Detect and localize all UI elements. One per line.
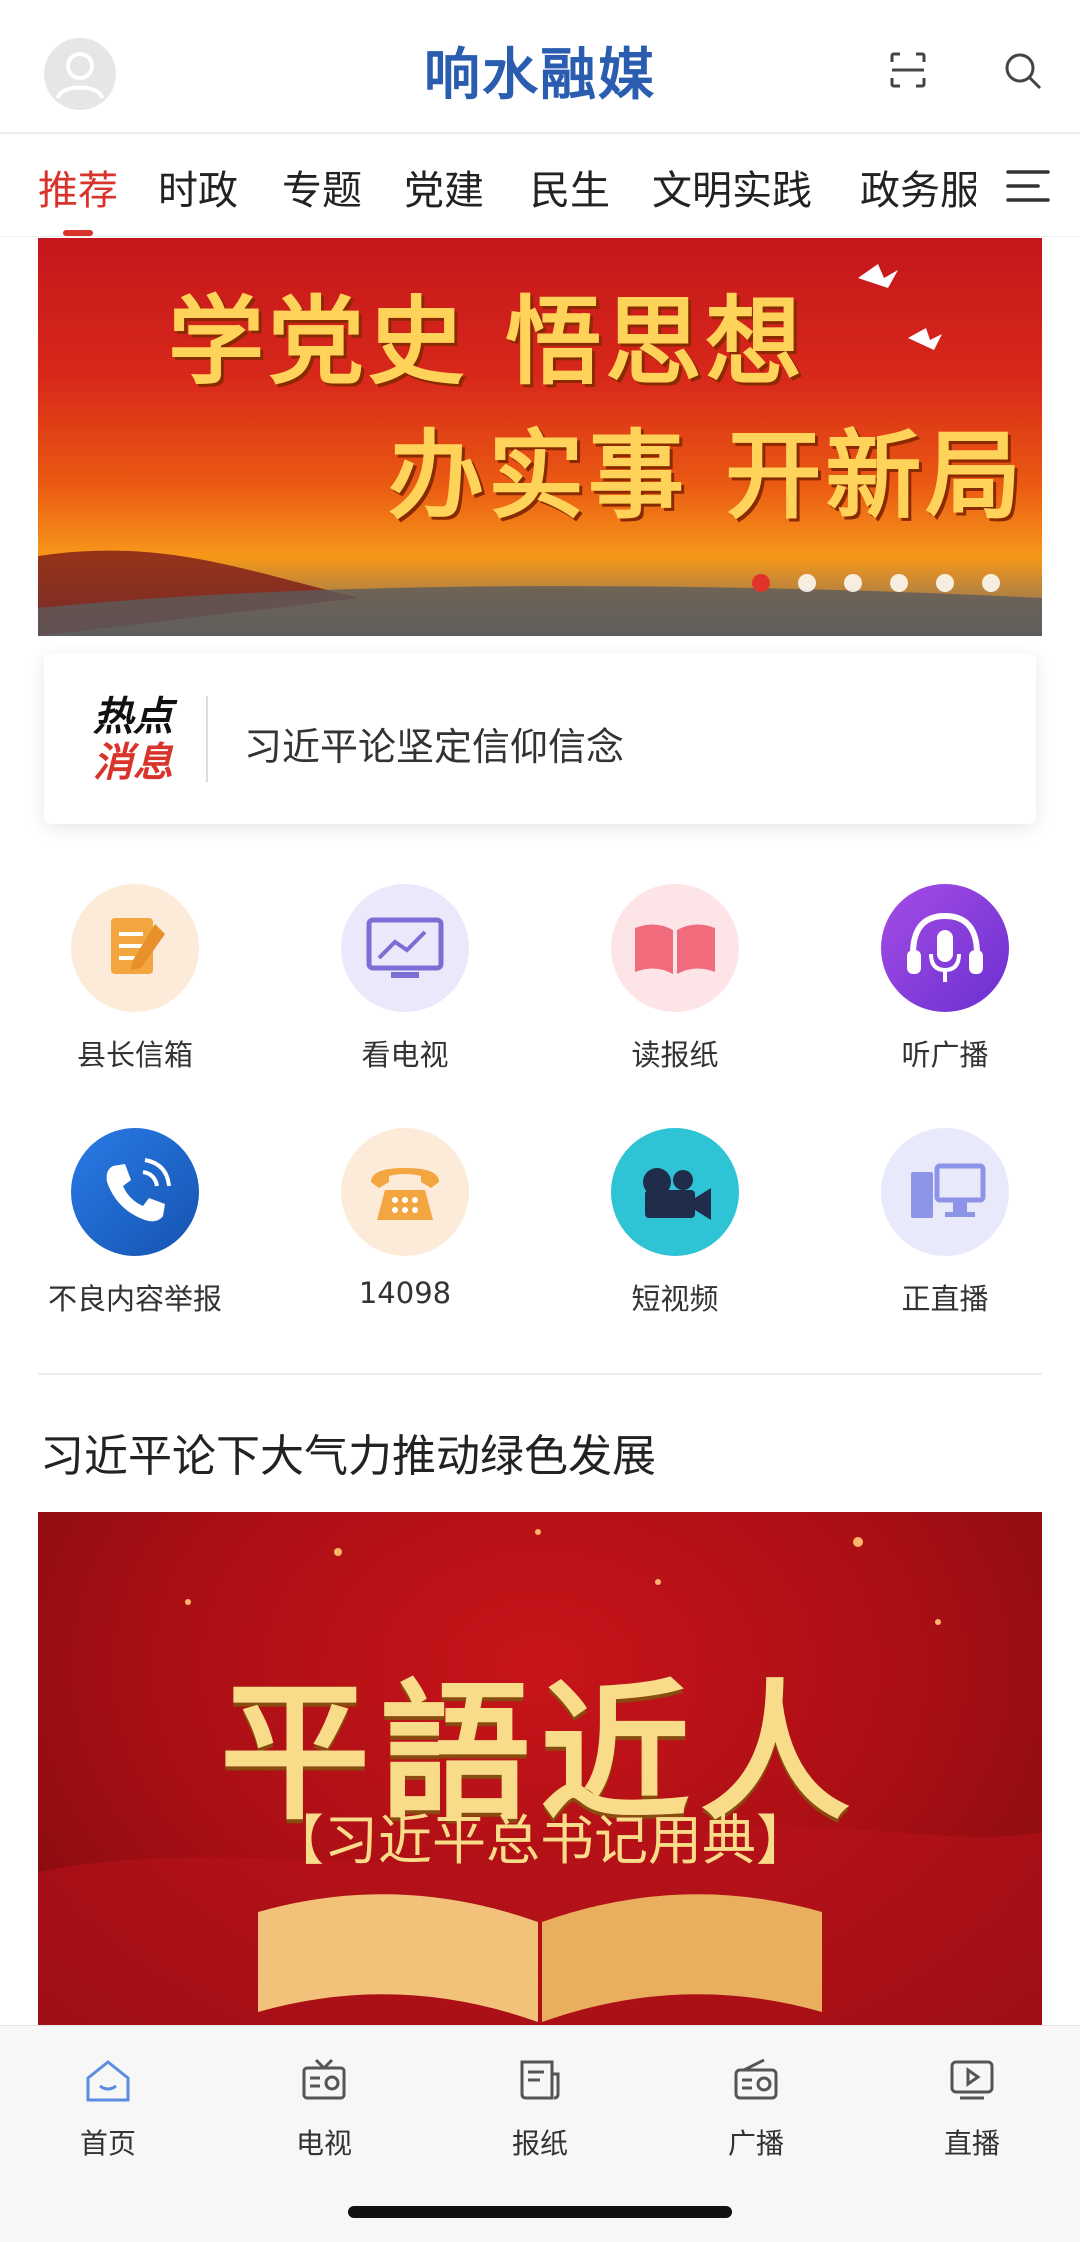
carousel-indicator: [724, 574, 1000, 596]
service-short-video[interactable]: 短视频: [540, 1128, 810, 1318]
carousel-dot[interactable]: [752, 574, 770, 592]
nav-label: 电视: [295, 2127, 352, 2160]
nav-label: 首页: [79, 2127, 136, 2160]
tab-government-services[interactable]: 政务服: [860, 158, 976, 216]
open-book-icon: [611, 884, 739, 1012]
nav-radio[interactable]: 广播: [676, 2054, 836, 2162]
article-image[interactable]: 平語近人 【习近平总书记用典】: [38, 1512, 1042, 2032]
article-title[interactable]: 习近平论下大气力推动绿色发展: [40, 1420, 656, 1484]
category-tabs: 推荐 时政 专题 党建 民生 文明实践 政务服: [0, 134, 1080, 237]
section-divider: [38, 1373, 1042, 1375]
nav-label: 广播: [727, 2127, 784, 2160]
nav-label: 报纸: [511, 2127, 568, 2160]
carousel-dot[interactable]: [844, 574, 862, 592]
service-label: 读报纸: [631, 1038, 719, 1072]
radio-icon: [734, 2058, 778, 2100]
open-book-graphic: [258, 1894, 822, 2022]
phone-call-icon: [71, 1128, 199, 1256]
tab-recommend[interactable]: 推荐: [38, 158, 118, 216]
service-label: 县长信箱: [76, 1038, 193, 1072]
menu-icon[interactable]: [1004, 166, 1052, 210]
service-read-newspaper[interactable]: 读报纸: [540, 884, 810, 1074]
hot-news-badge: 热点 消息: [78, 694, 188, 786]
top-header: 响水融媒: [0, 0, 1080, 134]
tab-civilization-practice[interactable]: 文明实践: [652, 158, 812, 216]
hot-news-headline[interactable]: 习近平论坚定信仰信念: [244, 716, 624, 771]
banner-line-2: 办实事 开新局: [388, 419, 1026, 532]
newspaper-icon: [520, 2060, 560, 2100]
letter-pen-icon: [71, 884, 199, 1012]
service-label: 看电视: [361, 1038, 449, 1072]
nav-home[interactable]: 首页: [28, 2054, 188, 2162]
nav-newspaper[interactable]: 报纸: [460, 2054, 620, 2162]
nav-label: 直播: [943, 2127, 1000, 2160]
microphone-headphones-icon: [881, 884, 1009, 1012]
carousel-dot[interactable]: [982, 574, 1000, 592]
nav-tv[interactable]: 电视: [244, 2054, 404, 2162]
home-icon: [86, 2060, 130, 2102]
tab-topics[interactable]: 专题: [282, 158, 362, 216]
video-camera-icon: [611, 1128, 739, 1256]
tab-party-building[interactable]: 党建: [404, 158, 484, 216]
hot-badge-line1: 热点: [93, 694, 173, 740]
service-label: 听广播: [901, 1038, 989, 1072]
hot-news-card[interactable]: 热点 消息 习近平论坚定信仰信念: [44, 654, 1036, 824]
live-play-icon: [950, 2060, 994, 2100]
nav-live[interactable]: 直播: [892, 2054, 1052, 2162]
service-report-content[interactable]: 不良内容举报: [0, 1128, 270, 1318]
carousel-dot[interactable]: [890, 574, 908, 592]
scan-icon[interactable]: [888, 50, 928, 94]
home-indicator[interactable]: [348, 2206, 732, 2218]
banner-line-1: 学党史 悟思想: [168, 285, 806, 398]
active-tab-indicator: [63, 230, 93, 236]
service-label: 正直播: [901, 1282, 989, 1316]
carousel-dot[interactable]: [936, 574, 954, 592]
service-listen-radio[interactable]: 听广播: [810, 884, 1080, 1074]
carousel-dot[interactable]: [798, 574, 816, 592]
tv-icon: [302, 2058, 346, 2100]
promo-banner[interactable]: 学党史 悟思想 办实事 开新局: [38, 238, 1042, 636]
search-icon[interactable]: [1002, 50, 1044, 96]
service-watch-tv[interactable]: 看电视: [270, 884, 540, 1074]
telephone-icon: [341, 1128, 469, 1256]
hot-news-separator: [206, 696, 208, 782]
service-live[interactable]: 正直播: [810, 1128, 1080, 1318]
service-county-mailbox[interactable]: 县长信箱: [0, 884, 270, 1074]
hot-badge-line2: 消息: [93, 740, 173, 786]
tv-monitor-icon: [341, 884, 469, 1012]
computer-icon: [881, 1128, 1009, 1256]
service-label: 14098: [358, 1276, 452, 1310]
article-image-subtitle: 【习近平总书记用典】: [270, 1809, 810, 1872]
service-hotline-14098[interactable]: 14098: [270, 1128, 540, 1310]
service-label: 短视频: [631, 1282, 719, 1316]
service-label: 不良内容举报: [47, 1282, 222, 1316]
tab-politics[interactable]: 时政: [158, 158, 238, 216]
tab-livelihood[interactable]: 民生: [530, 158, 610, 216]
